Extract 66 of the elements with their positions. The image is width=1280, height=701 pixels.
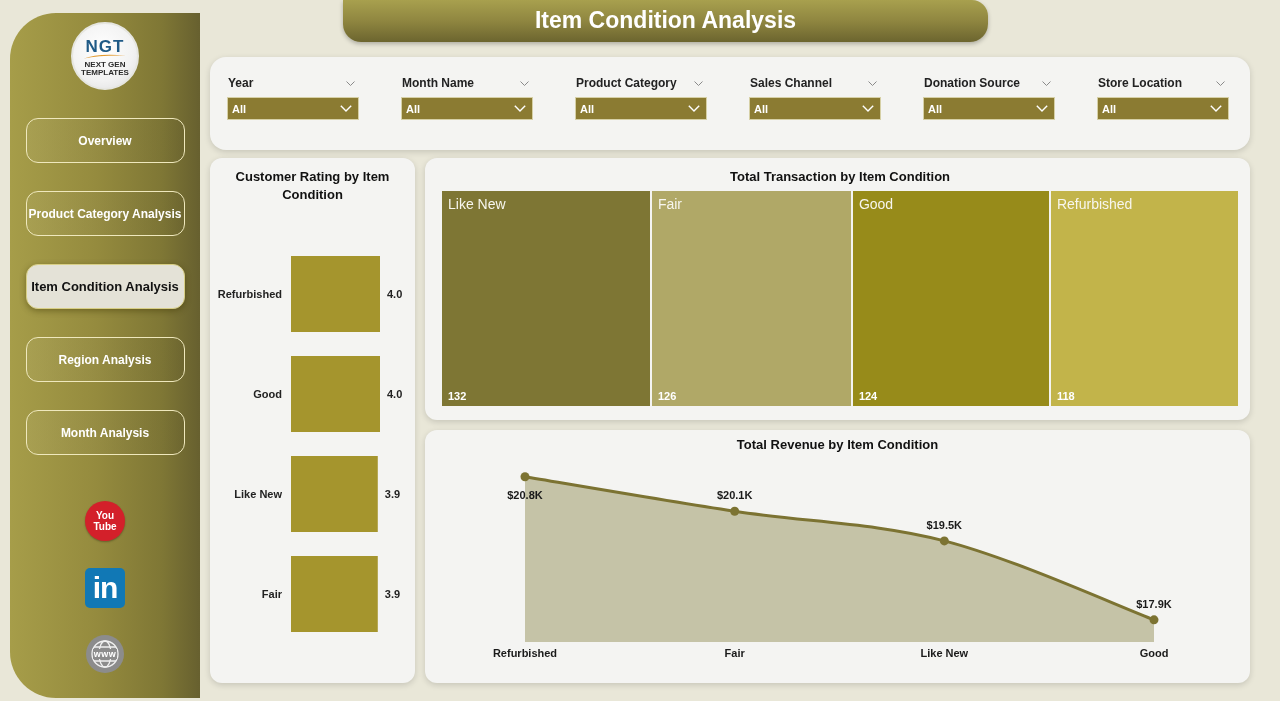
value-label: 4.0 (387, 388, 403, 400)
value-label: $19.5K (926, 518, 963, 531)
chevron-down-icon[interactable] (1042, 80, 1051, 86)
filter-label: Year (228, 76, 254, 90)
chevron-down-icon[interactable] (868, 80, 877, 86)
filter-label: Product Category (576, 76, 677, 90)
chart-title: Customer Rating by Item Condition (234, 168, 391, 204)
filter-label: Donation Source (924, 76, 1020, 90)
page-title: Item Condition Analysis (343, 0, 988, 42)
value-label: 4.0 (387, 288, 403, 300)
chevron-down-icon (862, 105, 874, 112)
nav-button[interactable]: Overview (25, 118, 185, 163)
dropdown-field[interactable]: All (227, 97, 359, 120)
chart-title: Total Revenue by Item Condition (735, 436, 940, 454)
chevron-down-icon[interactable] (1216, 80, 1225, 86)
value-label: 3.9 (384, 588, 401, 600)
value-label: $17.9K (1136, 597, 1172, 610)
filter-label: Store Location (1098, 76, 1182, 90)
filter-label: Month Name (402, 76, 474, 90)
axis-label: Like New (234, 488, 282, 500)
value-label: $20.8K (507, 488, 543, 501)
axis-label: Refurbished (217, 288, 282, 300)
data-point (520, 472, 530, 482)
dropdown-field[interactable]: All (401, 97, 533, 120)
logo-wordmark: NGT (85, 37, 125, 55)
chevron-down-icon (1036, 105, 1048, 112)
video-link[interactable]: You Tube (85, 501, 125, 541)
chevron-down-icon[interactable] (520, 80, 529, 86)
tile-value: 118 (1056, 390, 1075, 403)
axis-label: Fair (724, 647, 745, 659)
chart-title: Total Transaction by Item Condition (728, 168, 952, 186)
data-point (1149, 615, 1159, 625)
axis-label: Like New (920, 647, 969, 659)
data-point (939, 536, 949, 546)
axis-label: Fair (261, 588, 282, 600)
tile-value: 132 (448, 390, 467, 403)
dropdown-field[interactable]: All (1097, 97, 1229, 120)
nav-button[interactable]: Month Analysis (25, 410, 185, 455)
logo-tagline: NEXT GEN TEMPLATES (80, 60, 130, 77)
chevron-down-icon (1210, 105, 1222, 112)
data-point (730, 506, 740, 516)
tile-label: Good (858, 196, 894, 212)
axis-label: Good (253, 388, 282, 400)
website-link[interactable]: www (86, 635, 124, 673)
nav-button[interactable]: Item Condition Analysis (25, 264, 185, 309)
filter-label: Sales Channel (750, 76, 833, 90)
chevron-down-icon (514, 105, 526, 112)
chevron-down-icon[interactable] (694, 80, 703, 86)
profile-link[interactable]: in (85, 568, 125, 608)
axis-label: Good (1139, 647, 1169, 659)
tile-value: 126 (657, 390, 677, 403)
tile-label: Like New (448, 196, 506, 212)
nav-button[interactable]: Region Analysis (25, 337, 185, 382)
dropdown-field[interactable]: All (749, 97, 881, 120)
tile-label: Fair (657, 196, 682, 212)
value-label: $20.1K (716, 489, 753, 502)
dropdown-field[interactable]: All (575, 97, 707, 120)
nav-button[interactable]: Product Category Analysis (25, 191, 185, 236)
tile-value: 124 (858, 390, 878, 403)
chevron-down-icon[interactable] (346, 80, 355, 86)
dropdown-field[interactable]: All (923, 97, 1055, 120)
chevron-down-icon (340, 105, 352, 112)
chevron-down-icon (688, 105, 700, 112)
axis-label: Refurbished (492, 647, 558, 659)
value-label: 3.9 (384, 488, 401, 500)
tile-label: Refurbished (1056, 196, 1133, 212)
